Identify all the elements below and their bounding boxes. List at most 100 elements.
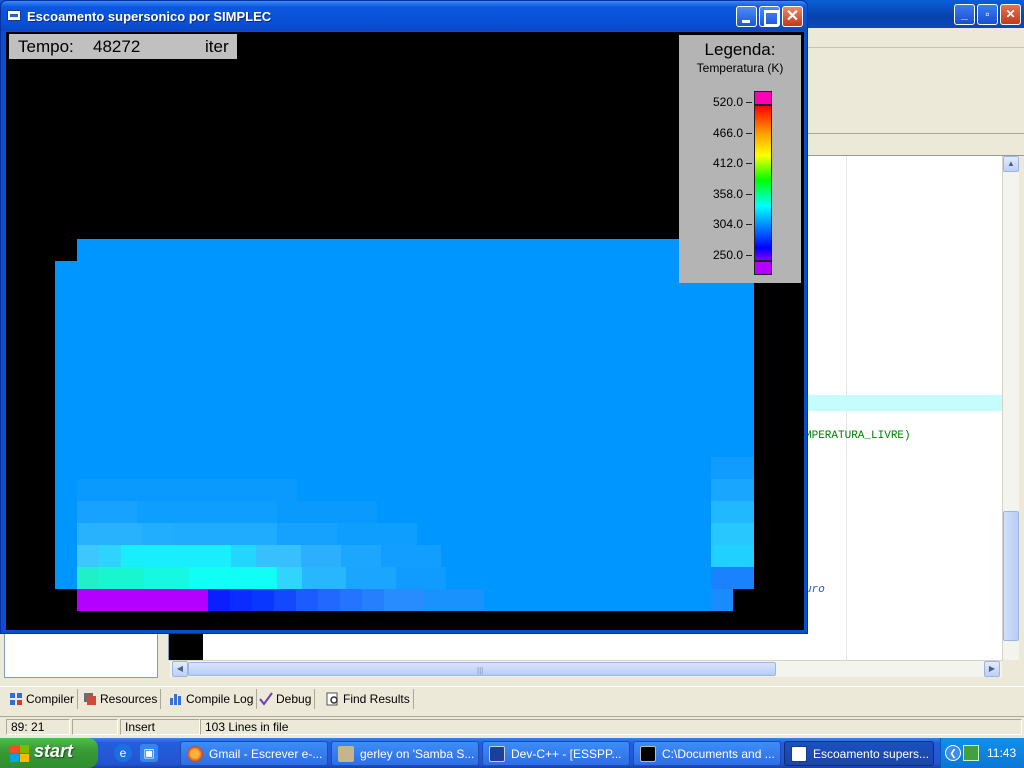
field-cell [189, 567, 277, 589]
field-cell [337, 523, 417, 545]
temperature-field-canvas: Tempo: 48272 iter Legenda: Temperatura (… [6, 32, 804, 630]
tab-resources[interactable]: Resources [80, 689, 162, 709]
ide-close-button[interactable]: ✕ [1000, 4, 1021, 25]
legend-tick-mark [746, 163, 752, 164]
field-cell [277, 523, 337, 545]
task-devcpp[interactable]: Dev-C++ - [ESSPP... [482, 741, 630, 766]
compiler-grid-icon [9, 692, 23, 706]
show-hidden-icons-chevron-icon[interactable]: ❮ [945, 745, 961, 761]
field-cell [208, 589, 230, 611]
legend-tick-mark [746, 254, 752, 256]
color-legend: Legenda: Temperatura (K) 520.0 466.0 412.0… [679, 35, 801, 283]
vertical-scroll-thumb[interactable] [1003, 511, 1019, 641]
task-label: C:\Documents and ... [662, 746, 775, 761]
network-drive-icon [338, 745, 354, 762]
ide-output-tabs: Compiler Resources Compile Log Debug Fin… [0, 686, 1024, 710]
current-line-highlight [805, 395, 1003, 411]
field-region [77, 239, 754, 261]
tab-label: Resources [100, 692, 158, 706]
ide-editor-tab-strip [805, 134, 1024, 156]
ide-status-bar: 89: 21 Insert 103 Lines in file [0, 716, 1024, 736]
legend-tick-label: 358.0 [712, 186, 743, 201]
status-line-count: 103 Lines in file [200, 719, 1022, 735]
task-label: Dev-C++ - [ESSPP... [511, 746, 622, 761]
field-cell [396, 567, 446, 589]
tab-compile-log[interactable]: Compile Log [166, 689, 258, 709]
field-cell [381, 545, 441, 567]
task-cmd[interactable]: C:\Documents and ... [633, 741, 781, 766]
legend-tick-mark [746, 132, 752, 134]
simplec-window: Escoamento supersonico por SIMPLEC ✕ Tem… [0, 0, 808, 634]
clock: 11:43 [987, 746, 1017, 760]
compile-log-chart-icon [169, 692, 183, 706]
field-cell [99, 545, 121, 567]
task-gmail[interactable]: Gmail - Escrever e-... [180, 741, 328, 766]
code-line[interactable]: MPERATURA_LIVRE) [805, 430, 911, 442]
scroll-right-icon[interactable]: ▶ [984, 661, 1000, 677]
internet-explorer-icon[interactable]: e [114, 744, 132, 762]
outlet-cell [711, 501, 754, 523]
time-panel: Tempo: 48272 iter [9, 34, 237, 59]
minimize-button[interactable] [736, 6, 757, 27]
tab-find-results[interactable]: Find Results [323, 689, 414, 709]
task-simplec[interactable]: Escoamento supers... [784, 741, 934, 766]
task-label: Gmail - Escrever e-... [209, 746, 323, 761]
legend-over-range-swatch [754, 91, 772, 105]
legend-tick-mark [746, 193, 752, 195]
legend-tick-mark [746, 102, 752, 103]
legend-tick-mark [746, 224, 752, 225]
editor-horizontal-scrollbar[interactable]: ◀ ||| ▶ [170, 660, 1002, 677]
tab-compiler[interactable]: Compiler [6, 689, 79, 709]
window-title: Escoamento supersonico por SIMPLEC [27, 9, 272, 24]
ide-minimize-button[interactable]: _ [954, 4, 975, 25]
taskbar: start e ▣ Gmail - Escrever e-... gerley … [0, 738, 1024, 768]
field-cell [77, 545, 99, 567]
legend-tick-label: 412.0 [712, 156, 743, 170]
horizontal-scroll-thumb[interactable]: ||| [188, 662, 776, 676]
quick-launch: e ▣ [106, 744, 170, 762]
scroll-left-icon[interactable]: ◀ [172, 661, 188, 677]
field-cell [77, 523, 142, 545]
tab-label: Find Results [343, 692, 410, 706]
field-cell [231, 545, 256, 567]
start-button[interactable]: start [0, 738, 98, 768]
field-cell [137, 501, 277, 523]
field-cell [301, 545, 341, 567]
tab-debug[interactable]: Debug [256, 689, 316, 709]
field-cell [384, 589, 424, 611]
project-browser-panel[interactable] [4, 630, 158, 678]
field-cell [274, 589, 296, 611]
field-cell [121, 545, 231, 567]
field-cell [252, 589, 274, 611]
legend-title: Legenda: [704, 40, 776, 59]
firefox-icon [187, 745, 203, 762]
field-cell [99, 567, 144, 589]
debug-check-icon [259, 692, 273, 706]
scroll-up-icon[interactable]: ▲ [1003, 156, 1019, 172]
resources-icon [83, 692, 97, 706]
app-window-icon [7, 10, 21, 21]
windows-flag-icon [10, 745, 30, 762]
maximize-button[interactable] [759, 6, 780, 27]
field-cell [341, 545, 381, 567]
find-results-icon [326, 692, 340, 706]
panel-splitter[interactable] [160, 630, 168, 680]
ide-restore-button[interactable]: ▫ [977, 4, 998, 25]
close-button[interactable]: ✕ [782, 6, 803, 27]
field-cell [424, 589, 484, 611]
field-cell [362, 589, 384, 611]
task-samba[interactable]: gerley on 'Samba S... [331, 741, 479, 766]
time-label: Tempo: [18, 37, 74, 56]
start-label: start [34, 741, 74, 761]
scroll-grip-icon: ||| [477, 666, 484, 675]
inlet-wall-cell [77, 589, 208, 611]
simplec-title-bar[interactable]: Escoamento supersonico por SIMPLEC ✕ [1, 1, 807, 31]
outlet-cell [711, 457, 754, 479]
show-desktop-icon[interactable]: ▣ [140, 744, 158, 762]
field-cell [144, 567, 189, 589]
editor-gutter [169, 630, 203, 660]
editor-vertical-scrollbar[interactable]: ▲ [1002, 156, 1019, 660]
field-cell [77, 479, 297, 501]
status-modified [72, 719, 118, 735]
network-status-icon[interactable] [963, 745, 979, 761]
